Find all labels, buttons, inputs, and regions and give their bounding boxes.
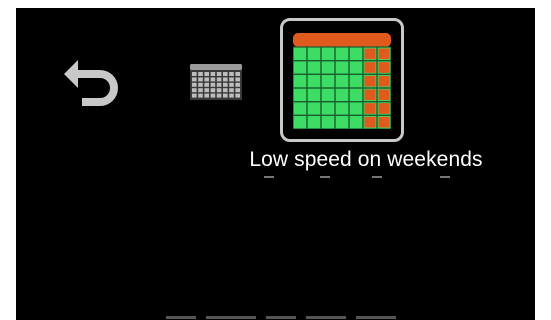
menu-item-low-speed-weekends[interactable] [280, 18, 404, 142]
caption-underline-marks [260, 176, 480, 180]
menu-item-calendar[interactable] [188, 62, 244, 102]
back-button[interactable] [60, 52, 120, 114]
weekend-calendar-icon [293, 33, 391, 129]
bottom-status-strip [166, 312, 406, 320]
selected-item-caption: Low speed on weekends [249, 148, 483, 171]
screen: Low speed on weekends [16, 8, 535, 320]
calendar-grid-icon [190, 64, 242, 100]
back-arrow-icon [64, 60, 118, 106]
